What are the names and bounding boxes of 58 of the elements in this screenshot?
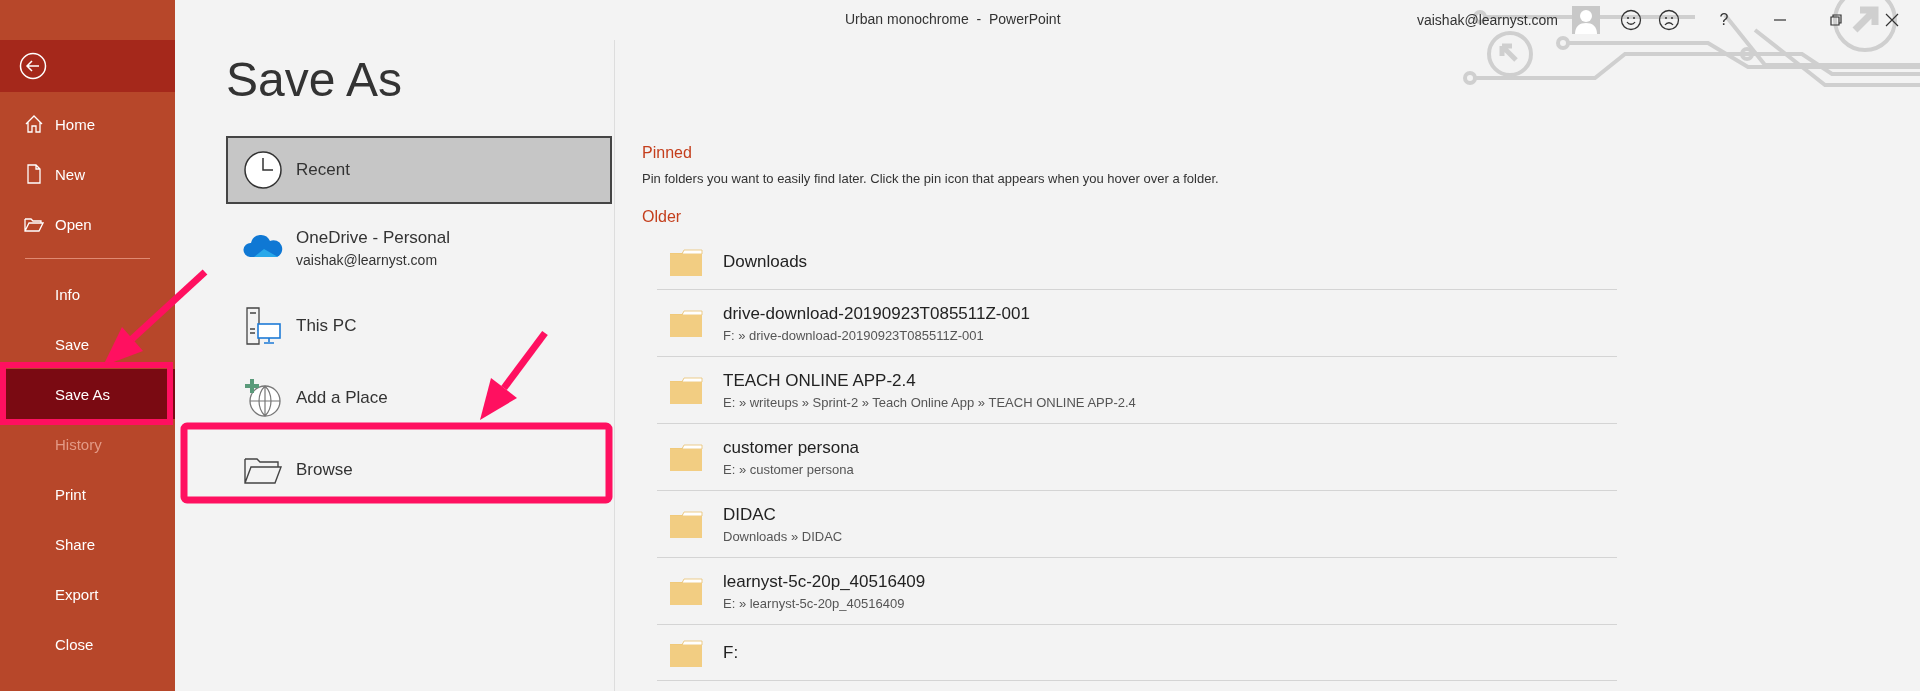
restore-icon <box>1829 13 1843 27</box>
folder-name: TEACH ONLINE APP-2.4 <box>723 370 917 391</box>
folder-name: Downloads <box>723 251 808 272</box>
menu-item[interactable]: Close <box>0 619 175 669</box>
folder-icon <box>669 576 703 606</box>
menu-item[interactable]: Export <box>0 569 175 619</box>
menu-item[interactable]: Print <box>0 469 175 519</box>
folder-row[interactable]: DIDAC Downloads » DIDAC <box>657 491 1617 558</box>
folder-name: learnyst-5c-20p_40516409 <box>723 571 926 592</box>
folder-icon <box>669 246 703 277</box>
folder-icon <box>669 637 703 668</box>
folder-icon <box>669 308 703 338</box>
folder-name: drive-download-20190923T085511Z-001 <box>723 303 1030 324</box>
location-name: OneDrive - Personal <box>296 228 450 248</box>
folder-icon <box>669 509 703 539</box>
folder-row[interactable]: Downloads <box>657 234 1617 290</box>
location-item[interactable]: This PC <box>226 292 612 360</box>
smiley-icon[interactable] <box>1620 9 1642 31</box>
folder-name: customer persona <box>723 437 860 458</box>
section-heading: Older <box>642 208 683 226</box>
close-icon <box>1885 13 1899 27</box>
folder-row[interactable]: learnyst-5c-20p_40516409 E: » learnyst-5c-20p_40516409 <box>657 558 1617 625</box>
document-icon <box>24 164 44 184</box>
folder-row[interactable]: TEACH ONLINE APP-2.4 E: » writeups » Sprint-2 » Teach Online App » TEACH ONLINE APP-2.4 <box>657 357 1617 424</box>
page-title: Save As <box>226 52 404 108</box>
location-item[interactable]: OneDrive - Personal vaishak@learnyst.com <box>226 208 612 288</box>
folder-icon <box>669 375 703 405</box>
menu-item[interactable]: Share <box>0 519 175 569</box>
menu-item[interactable]: New <box>0 149 175 199</box>
folder-path: E: » writeups » Sprint-2 » Teach Online App » TEACH ONLINE APP-2.4 <box>723 394 1136 410</box>
folder-name: F: <box>723 642 739 663</box>
folder-row[interactable]: customer persona E: » customer persona <box>657 424 1617 491</box>
folder-path: Downloads » DIDAC <box>723 528 843 544</box>
location-item[interactable]: Browse <box>226 436 612 504</box>
section-heading: Pinned <box>642 144 693 162</box>
folder-row[interactable]: F: <box>657 625 1617 681</box>
frown-icon[interactable] <box>1658 9 1680 31</box>
window-title: Urban monochrome - PowerPoint <box>845 11 1061 27</box>
menu-item[interactable]: Save <box>0 319 175 369</box>
menu-item: History <box>0 419 175 469</box>
folder-row[interactable]: drive-download-20190923T085511Z-001 F: » drive-download-20190923T085511Z-001 <box>657 290 1617 357</box>
help-button[interactable]: ? <box>1696 0 1752 40</box>
globe-plus-icon <box>242 377 284 419</box>
home-icon <box>24 114 44 134</box>
location-item[interactable]: Recent <box>226 136 612 204</box>
folder-path: E: » customer persona <box>723 461 855 477</box>
folder-name: DIDAC <box>723 504 777 525</box>
clock-icon <box>242 149 284 191</box>
folder-icon <box>669 442 703 472</box>
folder-path: E: » learnyst-5c-20p_40516409 <box>723 595 906 611</box>
pinned-hint: Pin folders you want to easily find later. Click the pin icon that appears when you hover over a folder. <box>642 171 1220 186</box>
location-account: vaishak@learnyst.com <box>296 252 439 268</box>
menu-item[interactable]: Home <box>0 99 175 149</box>
account-name: vaishak@learnyst.com <box>1416 12 1558 28</box>
folder-path: F: » drive-download-20190923T085511Z-001 <box>723 327 985 343</box>
menu-item[interactable]: Open <box>0 199 175 249</box>
back-icon[interactable] <box>19 52 47 80</box>
menu-item[interactable]: Info <box>0 269 175 319</box>
